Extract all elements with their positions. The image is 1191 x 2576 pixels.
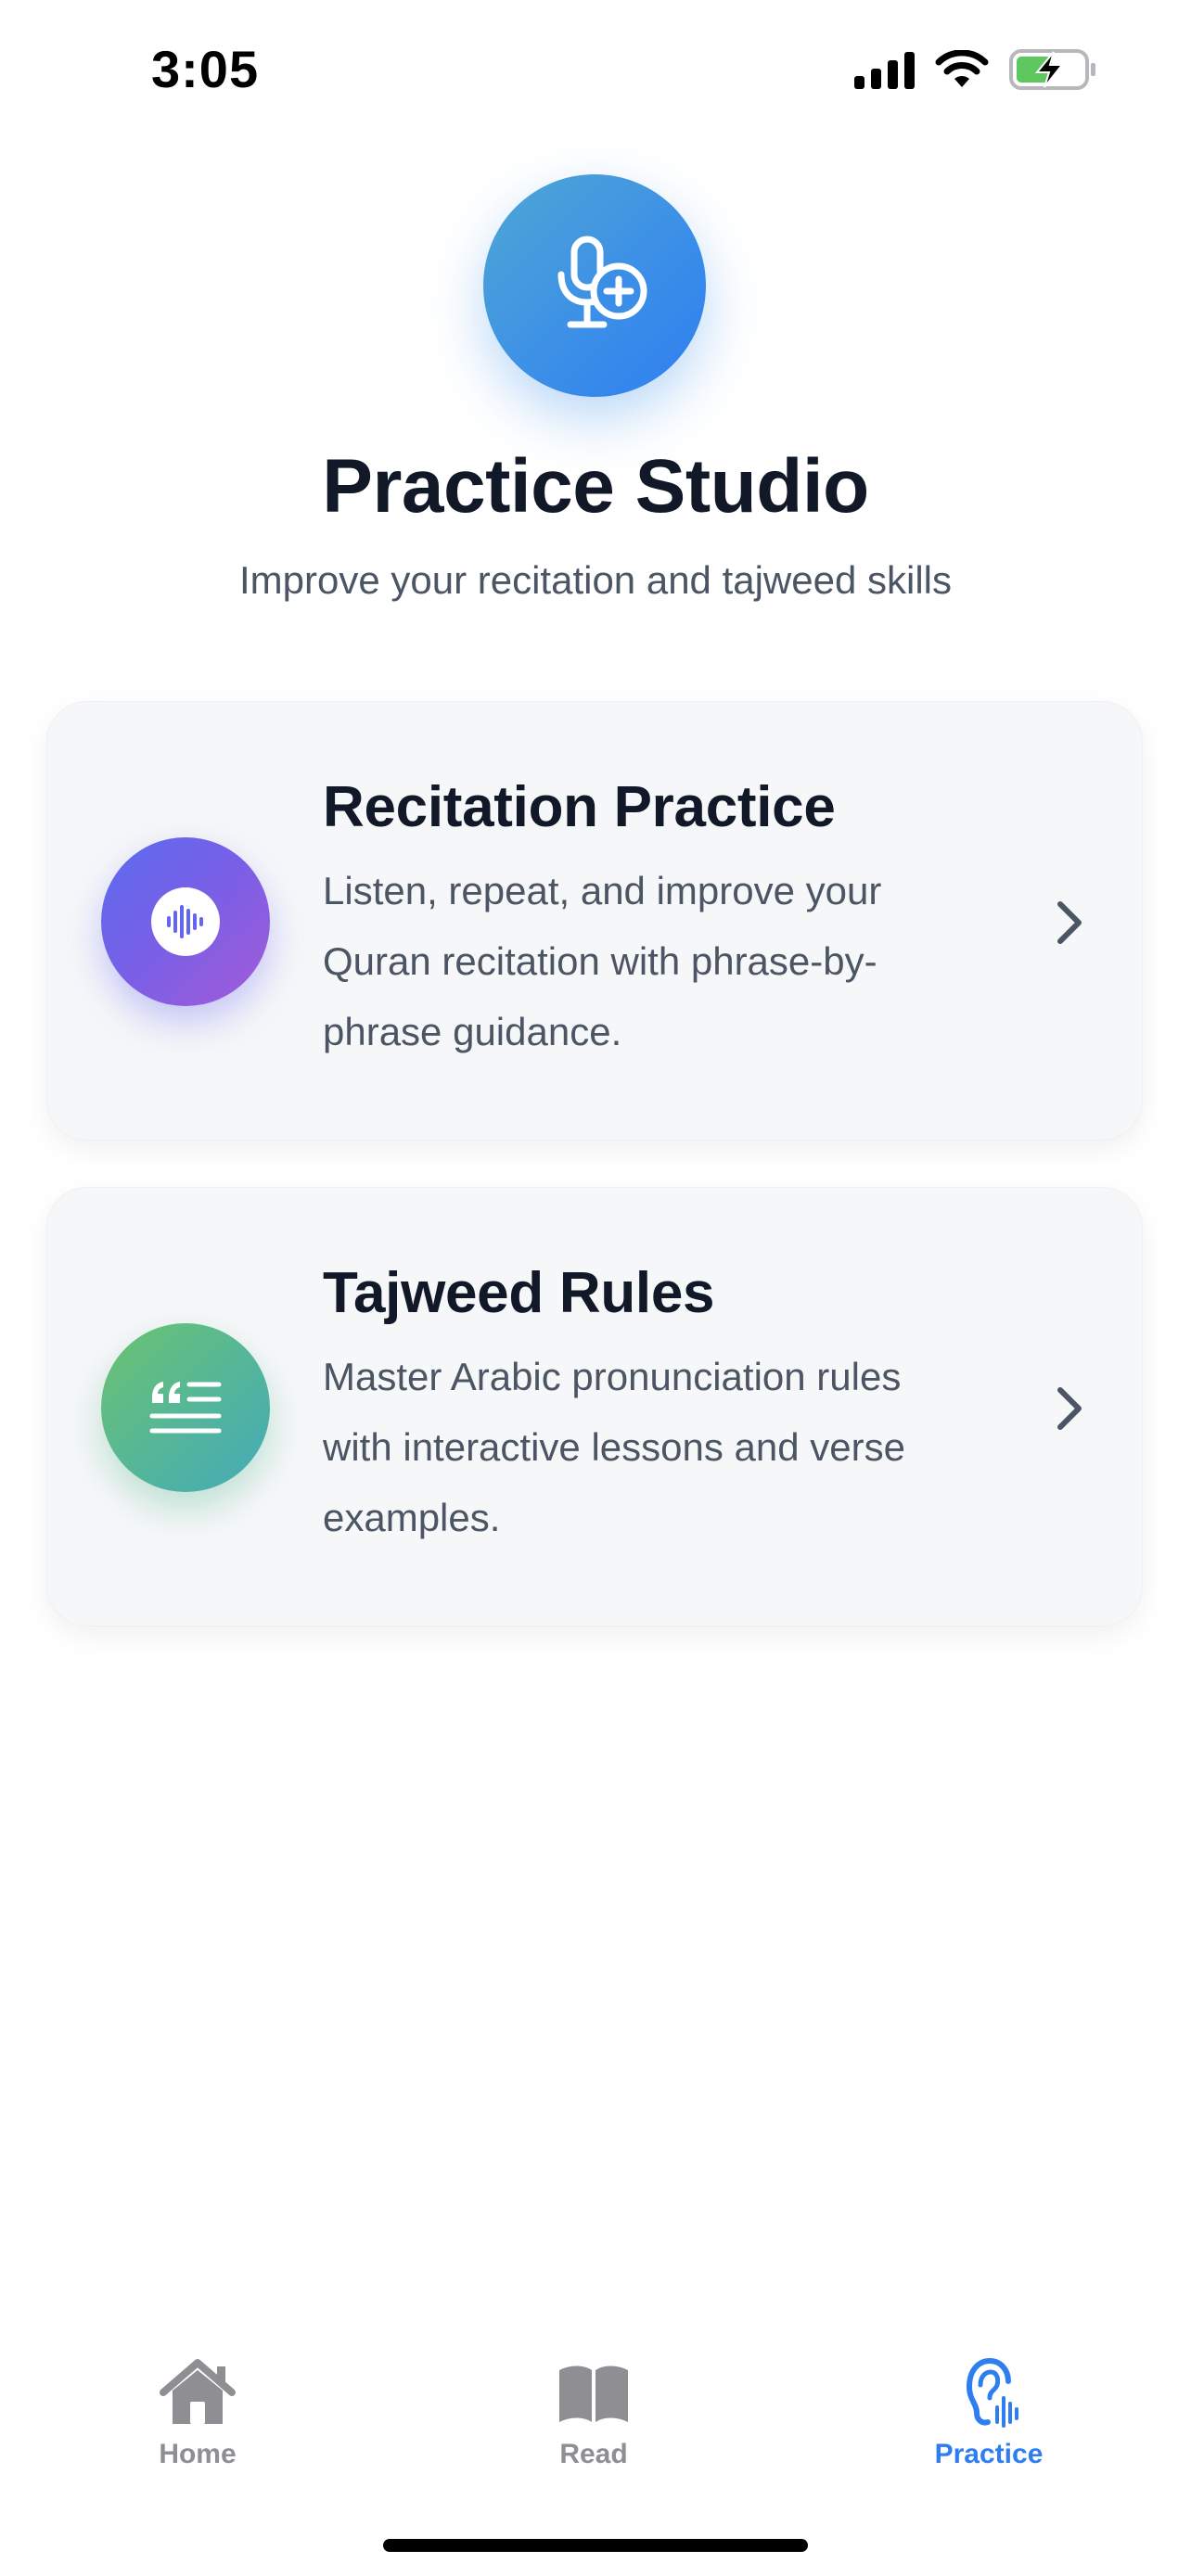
signal-icon	[854, 50, 915, 89]
recitation-icon-badge	[101, 837, 270, 1006]
audio-waveform-icon	[151, 887, 220, 956]
page-title: Practice Studio	[322, 444, 869, 529]
status-bar: 3:05	[0, 0, 1191, 139]
tajweed-icon-badge	[101, 1323, 270, 1492]
recitation-practice-card[interactable]: Recitation Practice Listen, repeat, and …	[46, 701, 1143, 1141]
ear-waveform-icon	[967, 2357, 1018, 2428]
book-icon	[559, 2366, 628, 2422]
hero-icon-badge	[483, 174, 706, 397]
tab-label: Practice	[934, 2439, 1044, 2469]
card-title: Tajweed Rules	[323, 1261, 715, 1325]
home-indicator[interactable]	[383, 2539, 808, 2552]
tab-bar: Home Read Practice	[0, 2337, 1191, 2504]
status-time: 3:05	[151, 40, 260, 98]
tab-read[interactable]: Read	[501, 2355, 686, 2470]
microphone-plus-icon	[557, 236, 647, 328]
status-icons	[854, 48, 1098, 91]
page-subtitle: Improve your recitation and tajweed skil…	[238, 558, 953, 602]
tab-practice[interactable]: Practice	[896, 2355, 1082, 2470]
tab-label: Home	[159, 2439, 237, 2469]
chevron-right-icon	[1057, 901, 1082, 944]
quote-lines-icon	[149, 1382, 222, 1434]
tajweed-rules-card[interactable]: Tajweed Rules Master Arabic pronunciatio…	[46, 1187, 1143, 1626]
battery-charging-icon	[1009, 49, 1095, 90]
house-icon	[160, 2359, 236, 2424]
chevron-right-icon	[1057, 1387, 1082, 1430]
card-description: Listen, repeat, and improve your Quran r…	[323, 869, 882, 1053]
card-description: Master Arabic pronunciation rules with i…	[323, 1355, 905, 1539]
tab-label: Read	[559, 2439, 628, 2469]
practice-studio-screen: 3:05 Practice Studio Improve your recita…	[0, 0, 1191, 2576]
tab-home[interactable]: Home	[105, 2355, 290, 2470]
card-title: Recitation Practice	[323, 775, 836, 839]
wifi-icon	[935, 50, 989, 87]
